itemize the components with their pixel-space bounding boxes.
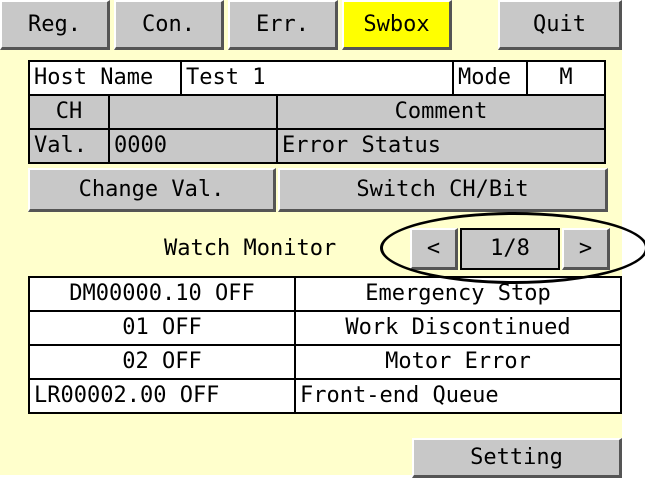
switch-ch-bit-label: Switch CH/Bit <box>356 176 529 202</box>
mode-label: Mode <box>452 60 528 96</box>
quit-button-label: Quit <box>533 11 586 37</box>
host-name-label: Host Name <box>28 60 182 96</box>
prev-page-button[interactable]: < <box>410 228 458 270</box>
table-row-address[interactable]: DM00000.10 OFF <box>28 276 296 312</box>
watch-monitor-title: Watch Monitor <box>164 236 337 261</box>
tab-con[interactable]: Con. <box>114 0 224 50</box>
table-row-comment: Emergency Stop <box>294 276 622 312</box>
ch-label: CH <box>28 94 110 130</box>
switch-ch-bit-button[interactable]: Switch CH/Bit <box>278 168 608 212</box>
table-row-comment: Front-end Queue <box>294 378 622 414</box>
tab-err[interactable]: Err. <box>228 0 338 50</box>
table-row-address[interactable]: 02 OFF <box>28 344 296 380</box>
tab-swbox[interactable]: Swbox <box>342 0 452 50</box>
table-row-address[interactable]: 01 OFF <box>28 310 296 346</box>
table-row-comment: Work Discontinued <box>294 310 622 346</box>
val-label: Val. <box>28 128 110 164</box>
error-status: Error Status <box>276 128 606 164</box>
val-value: 0000 <box>108 128 278 164</box>
tab-con-label: Con. <box>142 11 195 37</box>
mode-value: M <box>526 60 606 96</box>
host-name-value[interactable]: Test 1 <box>180 60 454 96</box>
table-row-comment: Motor Error <box>294 344 622 380</box>
ch-value <box>108 94 278 130</box>
setting-button[interactable]: Setting <box>412 438 622 478</box>
next-arrow-icon: > <box>578 235 593 261</box>
change-val-button[interactable]: Change Val. <box>28 168 276 212</box>
tab-reg-label: Reg. <box>28 11 81 37</box>
tab-swbox-label: Swbox <box>363 11 430 37</box>
quit-button[interactable]: Quit <box>498 0 622 50</box>
change-val-label: Change Val. <box>78 176 225 202</box>
comment-label: Comment <box>276 94 606 130</box>
page-indicator: 1/8 <box>460 228 560 270</box>
tab-reg[interactable]: Reg. <box>0 0 110 50</box>
control-panel: Reg. Con. Err. Swbox Quit Host Name Test… <box>0 0 622 478</box>
table-row-address[interactable]: LR00002.00 OFF <box>28 378 296 414</box>
tab-err-label: Err. <box>256 11 309 37</box>
next-page-button[interactable]: > <box>562 228 610 270</box>
setting-label: Setting <box>470 444 563 470</box>
prev-arrow-icon: < <box>426 235 441 261</box>
